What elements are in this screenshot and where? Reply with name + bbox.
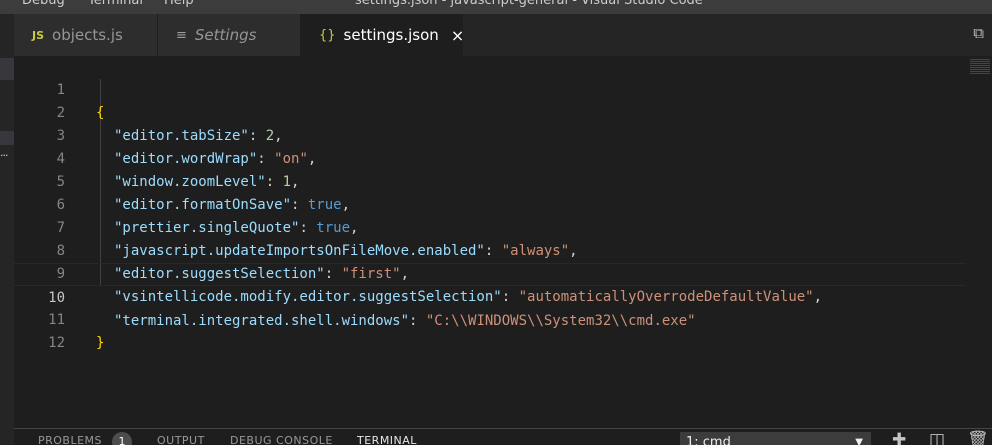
close-icon[interactable]: × <box>451 26 464 45</box>
window-title: settings.json - javascript-general - Vis… <box>355 0 703 8</box>
open-preview-icon[interactable]: ⧉ <box>973 24 984 42</box>
tab-label: settings.json <box>343 26 439 44</box>
menu-terminal[interactable]: Terminal <box>88 0 143 8</box>
code-editor[interactable]: 1 { 2 "editor.tabSize": 2, 3 "editor.wor… <box>14 56 992 428</box>
side-bar-strip: ... <box>0 14 14 445</box>
more-icon[interactable]: ... <box>0 146 8 159</box>
tab-problems[interactable]: PROBLEMS <box>38 434 102 445</box>
minimap[interactable] <box>970 59 990 75</box>
code-line-current: 10 "terminal.integrated.shell.windows": … <box>14 263 966 329</box>
code-line: 12 <box>14 309 966 351</box>
settings-list-icon: ≡ <box>176 27 187 43</box>
side-bar-item[interactable] <box>0 131 14 145</box>
code-line: 7 "javascript.updateImportsOnFileMove.en… <box>14 194 966 259</box>
trash-icon[interactable]: 🗑 <box>967 430 989 445</box>
code-line: 11 } <box>14 286 966 351</box>
code-line: 2 "editor.tabSize": 2, <box>14 79 966 144</box>
split-icon[interactable]: ◫ <box>929 430 945 445</box>
bottom-panel: PROBLEMS 1 OUTPUT DEBUG CONSOLE TERMINAL… <box>14 428 992 445</box>
menu-help[interactable]: Help <box>164 0 194 8</box>
tab-label: objects.js <box>52 26 123 44</box>
side-bar-item[interactable] <box>0 58 14 80</box>
close-brace: } <box>96 335 105 351</box>
menu-debug[interactable]: Debug <box>22 0 65 8</box>
plus-icon[interactable]: ✚ <box>892 430 906 445</box>
title-bar: Debug Terminal Help settings.json - java… <box>0 0 992 14</box>
editor-tab-bar: JS objects.js ≡ Settings {} settings.jso… <box>14 14 992 56</box>
line-number: 12 <box>48 335 65 351</box>
code-line: 3 "editor.wordWrap": "on", <box>14 102 966 167</box>
terminal-select[interactable]: 1: cmd ▼ <box>680 432 871 445</box>
json-file-icon: {} <box>319 27 336 43</box>
tab-output[interactable]: OUTPUT <box>157 434 205 445</box>
tab-settings-json[interactable]: {} settings.json × <box>301 14 464 56</box>
code-line: 4 "window.zoomLevel": 1, <box>14 125 966 190</box>
tab-settings[interactable]: ≡ Settings <box>158 14 301 56</box>
code-line: 5 "editor.formatOnSave": true, <box>14 148 966 213</box>
code-line: 6 "prettier.singleQuote": true, <box>14 171 966 236</box>
problems-count-badge: 1 <box>112 432 132 445</box>
code-line: 8 "editor.suggestSelection": "first", <box>14 217 966 282</box>
tab-terminal[interactable]: TERMINAL <box>357 434 417 445</box>
tab-label: Settings <box>194 26 257 44</box>
terminal-select-value: 1: cmd <box>686 435 731 445</box>
chevron-down-icon: ▼ <box>855 437 863 445</box>
code-line: 9 "vsintellicode.modify.editor.suggestSe… <box>14 240 966 305</box>
tab-debug-console[interactable]: DEBUG CONSOLE <box>230 434 333 445</box>
javascript-file-icon: JS <box>32 28 45 42</box>
code-line: 1 { <box>14 56 966 121</box>
tab-objects-js[interactable]: JS objects.js <box>14 14 158 56</box>
